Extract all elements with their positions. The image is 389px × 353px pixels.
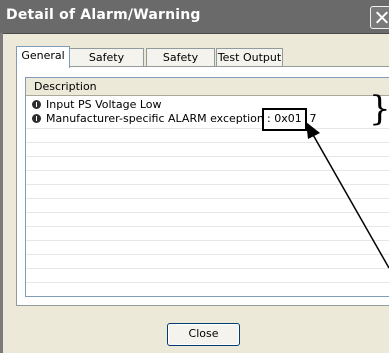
dialog-window: Detail of Alarm/Warning General Safety O…	[0, 0, 389, 353]
close-button[interactable]: Close	[167, 323, 240, 346]
tab-general[interactable]: General	[16, 46, 70, 68]
